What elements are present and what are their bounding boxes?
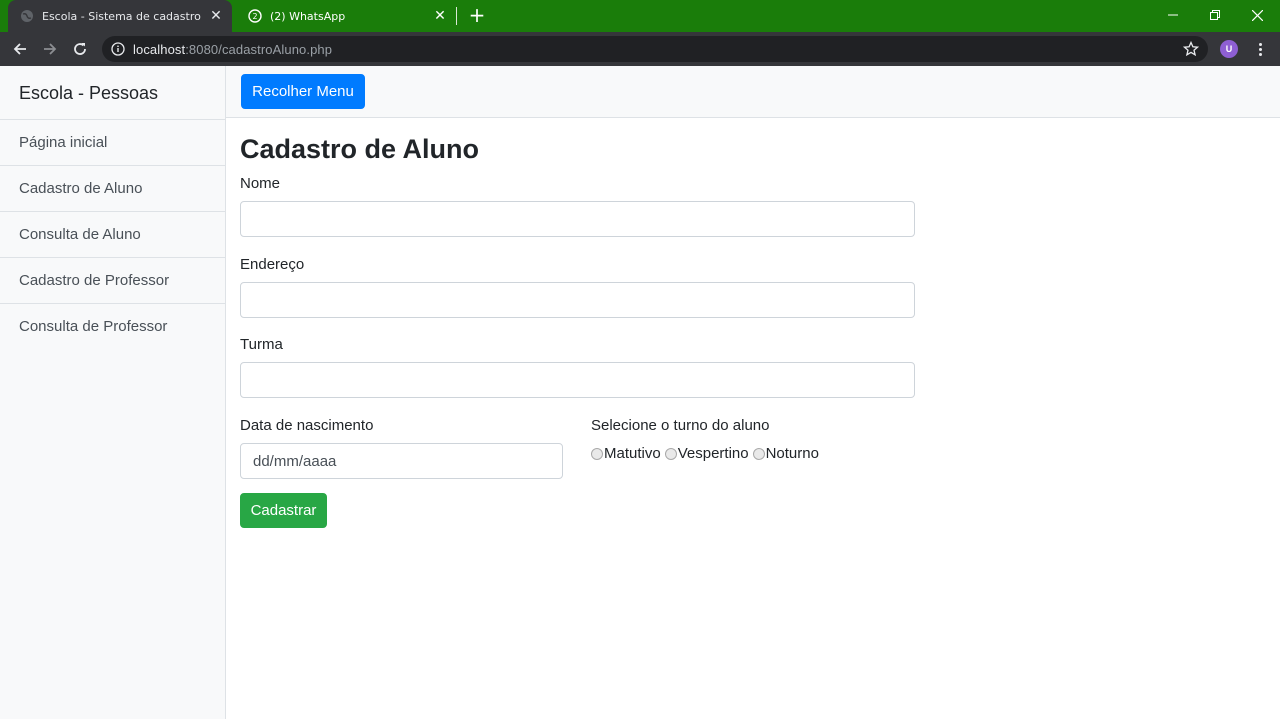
close-window-button[interactable] bbox=[1236, 0, 1278, 30]
turno-radio-group: Matutivo Vespertino Noturno bbox=[591, 445, 819, 462]
turma-label: Turma bbox=[240, 336, 283, 353]
turma-input[interactable] bbox=[240, 362, 915, 398]
tab-divider bbox=[456, 7, 457, 25]
globe-icon bbox=[19, 8, 35, 24]
close-icon bbox=[1251, 9, 1263, 21]
sidebar-item-consulta-aluno[interactable]: Consulta de Aluno bbox=[0, 212, 225, 258]
whatsapp-icon: 2 bbox=[247, 8, 263, 24]
radio-button[interactable] bbox=[752, 447, 765, 460]
close-tab-icon[interactable]: ✕ bbox=[432, 8, 448, 24]
radio-noturno[interactable]: Noturno bbox=[749, 445, 819, 462]
minimize-button[interactable] bbox=[1152, 0, 1194, 30]
radio-button[interactable] bbox=[664, 447, 677, 460]
url-host: localhost bbox=[133, 41, 186, 57]
nascimento-label: Data de nascimento bbox=[240, 417, 374, 434]
nome-label: Nome bbox=[240, 175, 281, 192]
restore-button[interactable] bbox=[1194, 0, 1236, 30]
bookmark-star-icon[interactable] bbox=[1181, 39, 1201, 59]
back-button[interactable] bbox=[8, 37, 32, 61]
page: Escola - Pessoas Página inicial Cadastro… bbox=[0, 66, 1280, 719]
restore-icon bbox=[1210, 10, 1220, 20]
tab-title: (2) WhatsApp bbox=[270, 9, 346, 23]
nascimento-input[interactable] bbox=[240, 443, 563, 479]
sidebar-item-cadastro-professor[interactable]: Cadastro de Professor bbox=[0, 258, 225, 304]
tab-escola[interactable]: Escola - Sistema de cadastro ✕ bbox=[8, 0, 232, 32]
forward-arrow-icon bbox=[44, 43, 57, 55]
browser-tabstrip: Escola - Sistema de cadastro ✕ 2 (2) Wha… bbox=[0, 0, 1280, 32]
radio-button[interactable] bbox=[591, 447, 603, 460]
info-icon[interactable] bbox=[110, 41, 126, 57]
top-navbar: Recolher Menu bbox=[226, 66, 1280, 118]
url-text: localhost:8080/cadastroAluno.php bbox=[133, 42, 332, 57]
forward-button[interactable] bbox=[38, 37, 62, 61]
svg-text:2: 2 bbox=[252, 12, 257, 21]
back-arrow-icon bbox=[13, 43, 26, 55]
new-tab-button[interactable]: + bbox=[466, 4, 488, 26]
close-tab-icon[interactable]: ✕ bbox=[208, 8, 224, 24]
radio-label: Vespertino bbox=[677, 445, 749, 462]
reload-icon bbox=[74, 43, 86, 55]
sidebar: Escola - Pessoas Página inicial Cadastro… bbox=[0, 66, 226, 719]
tab-title: Escola - Sistema de cadastro bbox=[42, 9, 201, 23]
sidebar-item-cadastro-aluno[interactable]: Cadastro de Aluno bbox=[0, 166, 225, 212]
toggle-menu-button[interactable]: Recolher Menu bbox=[241, 74, 365, 109]
profile-avatar[interactable]: U bbox=[1220, 40, 1238, 58]
radio-label: Noturno bbox=[765, 445, 819, 462]
browser-toolbar: localhost:8080/cadastroAluno.php U bbox=[0, 32, 1280, 66]
sidebar-item-consulta-professor[interactable]: Consulta de Professor bbox=[0, 304, 225, 350]
minimize-icon bbox=[1168, 14, 1178, 16]
more-options-icon[interactable] bbox=[1250, 39, 1270, 59]
url-path: :8080/cadastroAluno.php bbox=[185, 41, 333, 57]
turno-label: Selecione o turno do aluno bbox=[591, 417, 770, 434]
reload-button[interactable] bbox=[68, 37, 92, 61]
address-bar[interactable]: localhost:8080/cadastroAluno.php bbox=[102, 36, 1208, 62]
endereco-input[interactable] bbox=[240, 282, 915, 318]
radio-label: Matutivo bbox=[604, 445, 661, 462]
radio-vespertino[interactable]: Vespertino bbox=[661, 445, 749, 462]
cadastrar-button[interactable]: Cadastrar bbox=[240, 493, 327, 528]
endereco-label: Endereço bbox=[240, 256, 305, 273]
tab-whatsapp[interactable]: 2 (2) WhatsApp ✕ bbox=[236, 0, 456, 32]
sidebar-item-pagina-inicial[interactable]: Página inicial bbox=[0, 120, 225, 166]
radio-matutivo[interactable]: Matutivo bbox=[591, 445, 661, 462]
sidebar-heading: Escola - Pessoas bbox=[0, 66, 225, 120]
page-title: Cadastro de Aluno bbox=[240, 134, 480, 164]
nome-input[interactable] bbox=[240, 201, 915, 237]
